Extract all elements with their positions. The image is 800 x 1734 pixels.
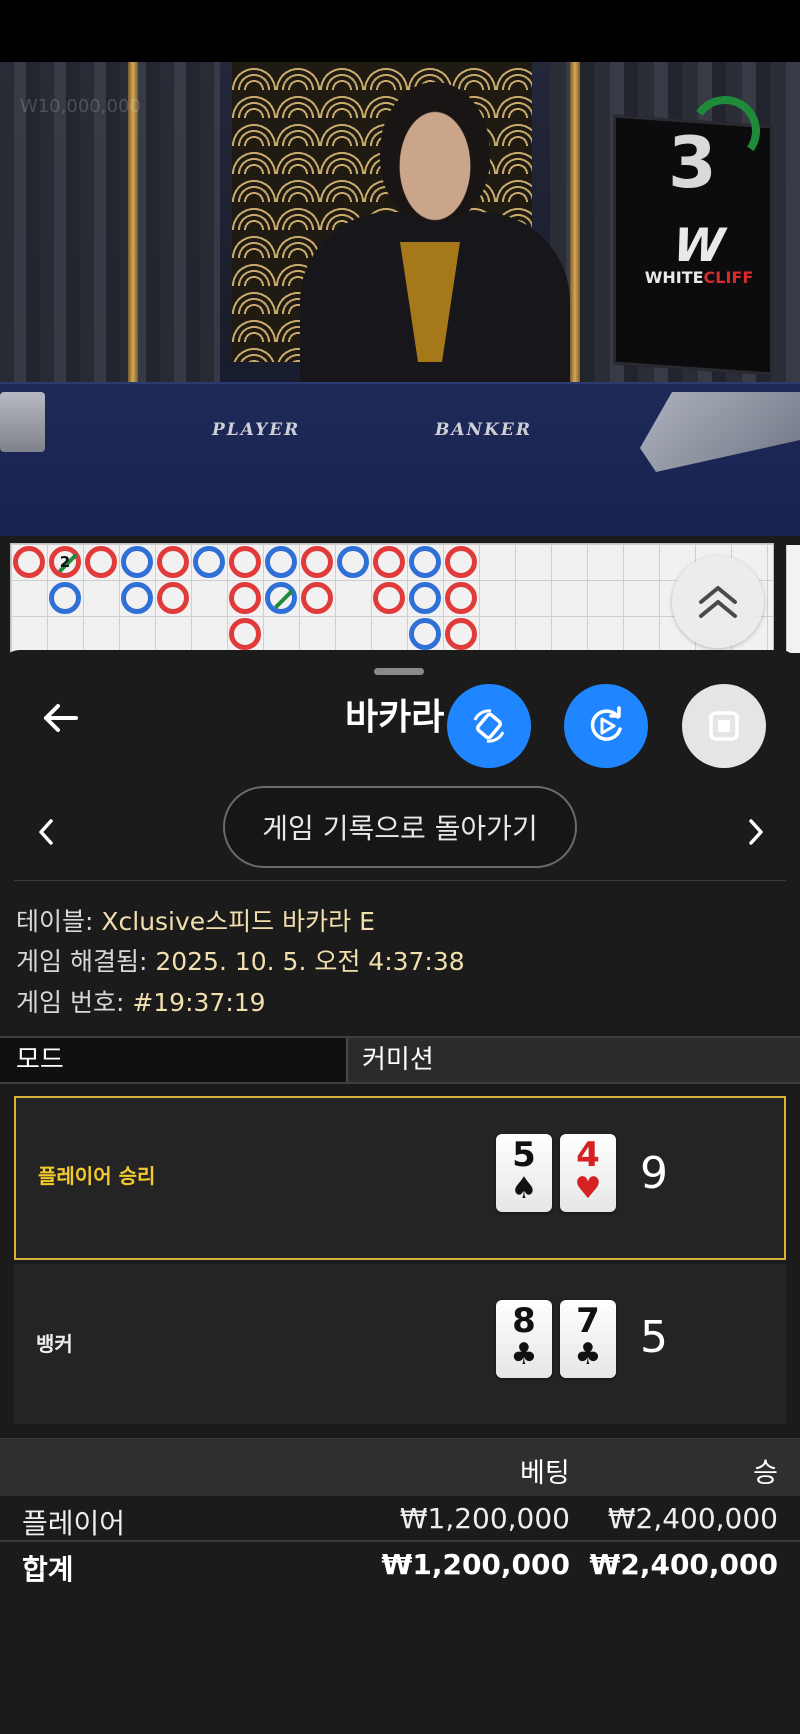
back-button[interactable] xyxy=(38,695,84,741)
game-number-info: 게임 번호: #19:37:19 xyxy=(16,983,266,1019)
banker-result-label: 뱅커 xyxy=(36,1332,73,1356)
resolved-info-label: 게임 해결됨: xyxy=(16,947,156,976)
banker-bead xyxy=(445,582,477,614)
resolved-info-value: 2025. 10. 5. 오전 4:37:38 xyxy=(155,947,465,976)
banker-bead: 2 xyxy=(49,546,81,578)
banker-bead xyxy=(157,546,189,578)
banker-bead xyxy=(373,582,405,614)
chevron-left-icon xyxy=(39,819,53,845)
banker-bead xyxy=(301,546,333,578)
rotate-button[interactable] xyxy=(447,684,531,768)
banker-bead xyxy=(229,546,261,578)
gold-pillar-right xyxy=(570,62,580,382)
bet-amount: ₩1,200,000 xyxy=(399,1502,570,1535)
banker-bead xyxy=(13,546,45,578)
player-bead xyxy=(409,582,441,614)
banker-bead xyxy=(229,582,261,614)
playing-card: 7 ♣ xyxy=(560,1300,616,1378)
bet-column-header: 베팅 xyxy=(520,1458,570,1489)
total-win: ₩2,400,000 xyxy=(589,1548,778,1581)
chevron-right-icon xyxy=(749,819,763,845)
countdown-number: 3 xyxy=(668,122,717,204)
arrow-left-icon xyxy=(44,704,78,732)
total-row: 합계 ₩1,200,000 ₩2,400,000 xyxy=(0,1544,800,1588)
player-bead xyxy=(337,546,369,578)
mode-value: 커미션 xyxy=(362,1045,434,1075)
player-bead xyxy=(121,582,153,614)
table-label-player: PLAYER xyxy=(212,420,301,440)
banker-bead xyxy=(85,546,117,578)
banker-bead xyxy=(301,582,333,614)
table-info-value: Xclusive스피드 바카라 E xyxy=(101,907,375,936)
table-info-label: 테이블: xyxy=(16,907,102,936)
playing-card: 4 ♥ xyxy=(560,1134,616,1212)
banker-bead xyxy=(445,618,477,650)
previous-game-button[interactable] xyxy=(26,812,66,852)
divider xyxy=(14,880,786,881)
bet-name: 플레이어 xyxy=(22,1507,126,1540)
player-score: 9 xyxy=(640,1148,668,1199)
chip-stack xyxy=(0,392,45,452)
bet-row: 플레이어 ₩1,200,000 ₩2,400,000 xyxy=(0,1498,800,1542)
scroll-up-button[interactable] xyxy=(672,556,764,648)
player-bead xyxy=(409,546,441,578)
banker-bead xyxy=(229,618,261,650)
win-amount: ₩2,400,000 xyxy=(607,1502,778,1535)
win-column-header: 승 xyxy=(753,1458,778,1489)
tie-count: 2 xyxy=(59,553,71,571)
banker-bead xyxy=(373,546,405,578)
playing-card: 5 ♠ xyxy=(496,1134,552,1212)
sheet-drag-handle[interactable] xyxy=(374,668,424,675)
live-video[interactable]: 3 W WHITECLIFF PLAYER BANKER W10,000,000 xyxy=(0,62,800,536)
video-watermark: W10,000,000 xyxy=(20,96,141,117)
stop-icon xyxy=(709,711,739,741)
player-bead xyxy=(49,582,81,614)
player-bead xyxy=(409,618,441,650)
sheet-title: 바카라 xyxy=(345,697,445,738)
player-bead xyxy=(265,546,297,578)
resolved-info: 게임 해결됨: 2025. 10. 5. 오전 4:37:38 xyxy=(16,942,465,978)
bet-table-header: 베팅 승 xyxy=(0,1438,800,1496)
player-bead xyxy=(121,546,153,578)
playing-card: 8 ♣ xyxy=(496,1300,552,1378)
back-to-history-button[interactable]: 게임 기록으로 돌아가기 xyxy=(223,786,577,868)
total-label: 합계 xyxy=(22,1553,74,1586)
tie-marker xyxy=(274,589,294,609)
table-label-banker: BANKER xyxy=(435,420,532,440)
brand-mark: W xyxy=(666,218,732,272)
replay-button[interactable] xyxy=(564,684,648,768)
double-chevron-up-icon xyxy=(699,586,737,618)
player-result-label: 플레이어 승리 xyxy=(38,1164,156,1188)
game-number-value: #19:37:19 xyxy=(132,988,266,1017)
game-number-label: 게임 번호: xyxy=(16,988,133,1017)
stop-button[interactable] xyxy=(682,684,766,768)
banker-result: 뱅커 8 ♣ 7 ♣ 5 xyxy=(14,1264,786,1424)
roadmap-edge xyxy=(786,545,800,653)
replay-icon xyxy=(590,706,622,741)
status-bar xyxy=(0,0,800,62)
banker-bead xyxy=(445,546,477,578)
rotate-icon xyxy=(473,709,505,743)
mode-label: 모드 xyxy=(0,1038,348,1082)
player-result: 플레이어 승리 5 ♠ 4 ♥ 9 xyxy=(14,1096,786,1260)
banker-score: 5 xyxy=(640,1312,668,1363)
banker-bead xyxy=(157,582,189,614)
table-info: 테이블: Xclusive스피드 바카라 E xyxy=(16,902,375,938)
brand-logo: W WHITECLIFF xyxy=(644,218,754,287)
bead-road-map[interactable]: 2 xyxy=(10,543,774,653)
player-bead xyxy=(265,582,297,614)
player-bead xyxy=(193,546,225,578)
next-game-button[interactable] xyxy=(736,812,776,852)
game-history-sheet: 바카라 게임 기록으로 돌아가기 테이블: Xclusive스피드 바카라 E xyxy=(0,650,800,1734)
mode-row: 모드 커미션 xyxy=(0,1036,800,1084)
dealer-head xyxy=(380,82,490,222)
total-bet: ₩1,200,000 xyxy=(381,1548,570,1581)
